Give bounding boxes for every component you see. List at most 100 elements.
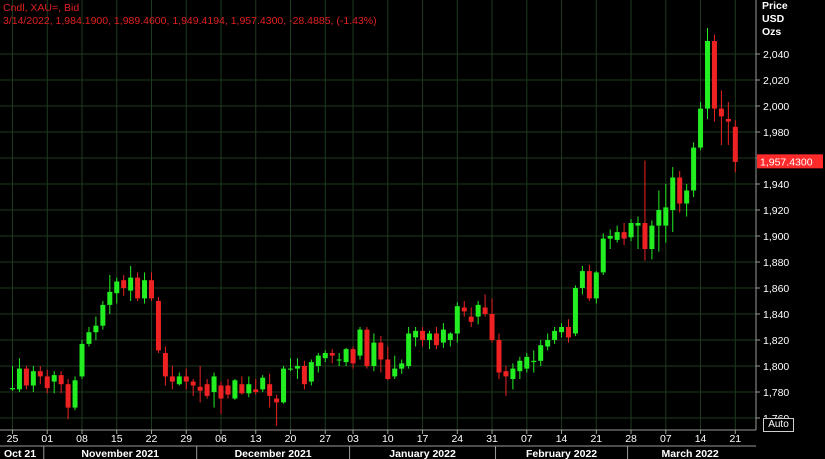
candle-body <box>698 108 704 148</box>
candle-body <box>44 376 50 389</box>
candle-body <box>246 384 252 394</box>
candle-body <box>635 223 641 226</box>
candle-body <box>711 41 717 109</box>
candle <box>364 327 370 369</box>
candle <box>489 298 495 343</box>
candle-body <box>559 327 565 333</box>
candle <box>406 327 412 369</box>
candle <box>531 350 537 373</box>
candle <box>593 271 599 304</box>
last-price-label: 1,957.4300 <box>760 156 813 168</box>
candle-body <box>433 333 439 346</box>
chart-legend: Cndl, XAU=, Bid 3/14/2022, 1,984.1900, 1… <box>3 2 377 28</box>
month-label: Oct 21 <box>4 448 36 459</box>
candle-body <box>281 368 287 403</box>
candle <box>169 366 175 390</box>
candle <box>239 376 245 395</box>
price-tick-label: 2,020 <box>763 75 789 87</box>
candle-body <box>399 363 405 369</box>
candle <box>58 371 64 394</box>
price-tick-label: 1,800 <box>763 361 789 373</box>
auto-scale-button[interactable]: Auto <box>763 418 794 432</box>
candle-body <box>538 345 544 361</box>
candle-body <box>232 380 238 399</box>
time-tick-label: 15 <box>111 433 123 445</box>
candle <box>301 360 307 390</box>
candle-body <box>322 353 328 359</box>
candle-body <box>656 210 662 226</box>
candle <box>385 346 391 381</box>
candle-body <box>343 349 349 363</box>
candle <box>392 355 398 379</box>
candle <box>232 379 238 400</box>
price-tick-label: 1,920 <box>763 205 789 217</box>
candle-body <box>732 126 738 162</box>
candle <box>378 336 384 373</box>
candle-body <box>670 177 676 210</box>
candle-body <box>545 340 551 347</box>
candle-body <box>197 386 203 391</box>
candle <box>350 346 356 369</box>
price-axis-header: Price <box>762 0 788 12</box>
candle <box>23 366 29 390</box>
time-tick-label: 24 <box>451 433 463 445</box>
candle-body <box>572 288 578 334</box>
candle <box>315 353 321 373</box>
price-axis: 1,7601,7801,8001,8201,8401,8601,8801,900… <box>756 0 789 425</box>
candle <box>322 350 328 363</box>
candle-body <box>114 281 120 294</box>
candle <box>204 379 210 399</box>
candle-body <box>225 385 231 395</box>
candle <box>510 363 516 390</box>
candle-body <box>364 329 370 366</box>
chart-window: 1,7601,7801,8001,8201,8401,8601,8801,900… <box>0 0 825 459</box>
candle-body <box>37 371 43 377</box>
candle <box>691 142 697 197</box>
candle-body <box>10 388 15 390</box>
candle <box>308 359 314 386</box>
time-tick-label: 10 <box>382 433 394 445</box>
candle-body <box>621 232 627 239</box>
candle <box>496 333 502 379</box>
candle-body <box>378 342 384 360</box>
time-tick-label: 25 <box>7 433 19 445</box>
candle <box>454 302 460 343</box>
candle <box>468 307 474 327</box>
price-tick-label: 1,860 <box>763 283 789 295</box>
candle <box>614 225 620 243</box>
price-tick-label: 1,900 <box>763 231 789 243</box>
candle-body <box>385 359 391 379</box>
candle-body <box>329 353 335 356</box>
candle <box>211 372 217 408</box>
price-tick-label: 1,840 <box>763 309 789 321</box>
candle-body <box>79 343 85 377</box>
time-tick-label: 14 <box>556 433 568 445</box>
candle-body <box>454 306 460 334</box>
time-tick-label: 27 <box>319 433 331 445</box>
candle <box>30 366 36 392</box>
candle <box>399 359 405 374</box>
candle-body <box>149 280 154 299</box>
candle-body <box>517 360 523 372</box>
time-tick-label: 21 <box>729 433 741 445</box>
candlestick-chart[interactable]: 1,7601,7801,8001,8201,8401,8601,8801,900… <box>0 0 825 459</box>
candle-body <box>211 376 217 392</box>
time-tick-label: 22 <box>146 433 158 445</box>
candle-body <box>503 371 509 377</box>
candle <box>128 265 134 301</box>
candle <box>288 358 293 372</box>
candle <box>79 340 85 379</box>
candle-body <box>607 236 613 239</box>
legend-ohlc-values: 3/14/2022, 1,984.1900, 1,989.4600, 1,949… <box>3 15 377 27</box>
candle-body <box>642 223 648 249</box>
candle <box>649 220 655 260</box>
time-axis: 25 01 08 15 22 29 06 13 20 27 03 10 17 24 31 07 14 21 28 07… <box>0 430 756 459</box>
candle-body <box>482 307 488 314</box>
candle-body <box>218 385 224 399</box>
candle <box>121 275 127 296</box>
candle <box>552 327 558 344</box>
candle <box>732 120 738 173</box>
candle-body <box>30 371 36 386</box>
candle-body <box>350 349 356 364</box>
candle <box>642 160 648 261</box>
